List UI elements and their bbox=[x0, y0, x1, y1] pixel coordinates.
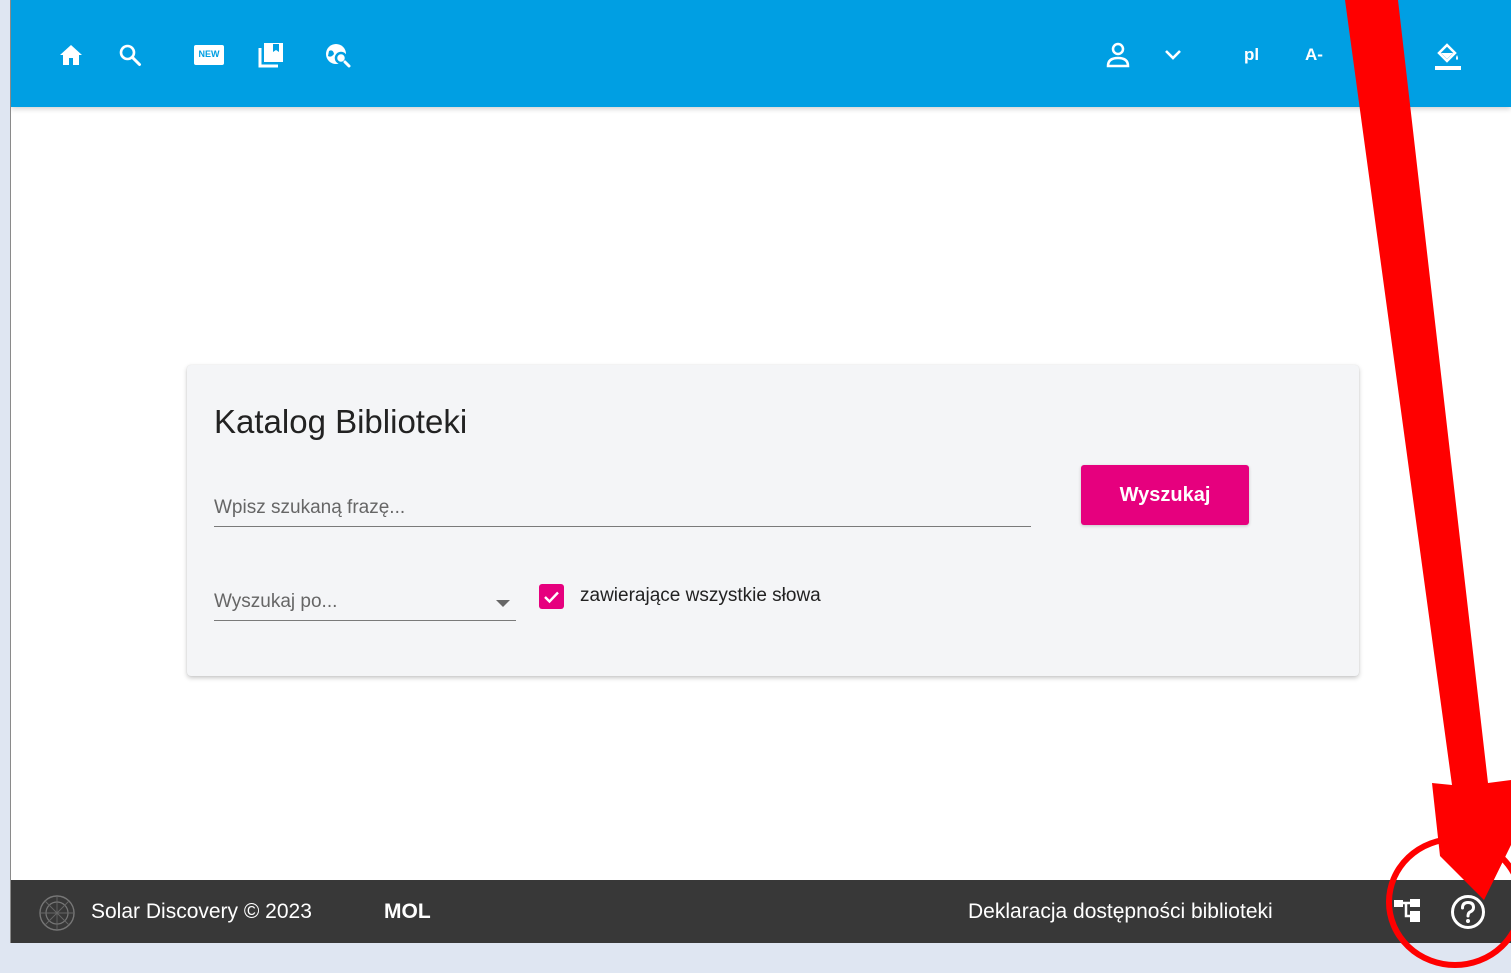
chevron-down-icon[interactable] bbox=[1159, 40, 1187, 70]
browser-viewport: NEW pl A- A+ Katalog Biblioteki Wpisz sz… bbox=[10, 0, 1511, 943]
collections-icon[interactable] bbox=[254, 40, 288, 70]
footer-brand: Solar Discovery © 2023 bbox=[91, 900, 312, 923]
user-icon[interactable] bbox=[1103, 40, 1133, 70]
all-words-checkbox[interactable] bbox=[539, 584, 564, 609]
footer-bar: Solar Discovery © 2023 MOL Deklaracja do… bbox=[11, 880, 1511, 943]
search-button[interactable]: Wyszukaj bbox=[1081, 465, 1249, 525]
all-words-checkbox-label: zawierające wszystkie słowa bbox=[580, 585, 821, 606]
home-icon[interactable] bbox=[56, 40, 86, 70]
search-input[interactable] bbox=[214, 489, 1031, 527]
font-increase-button[interactable]: A+ bbox=[1361, 42, 1388, 66]
catalog-search-card: Katalog Biblioteki Wyszukaj Wyszukaj po.… bbox=[187, 365, 1359, 676]
solar-logo-icon bbox=[38, 894, 76, 937]
top-navigation-bar: NEW pl A- A+ bbox=[11, 0, 1511, 107]
accessibility-declaration-link[interactable]: Deklaracja dostępności biblioteki bbox=[968, 900, 1273, 924]
font-decrease-button[interactable]: A- bbox=[1305, 45, 1323, 65]
new-icon[interactable]: NEW bbox=[192, 40, 226, 70]
sitemap-icon[interactable] bbox=[1394, 898, 1422, 929]
checkmark-icon bbox=[544, 591, 559, 603]
search-by-placeholder: Wyszukaj po... bbox=[214, 591, 338, 612]
language-selector[interactable]: pl bbox=[1244, 45, 1259, 65]
search-by-select[interactable]: Wyszukaj po... bbox=[214, 583, 516, 621]
new-badge-label: NEW bbox=[198, 49, 220, 59]
help-icon[interactable] bbox=[1450, 894, 1486, 935]
card-title: Katalog Biblioteki bbox=[214, 403, 468, 440]
search-icon[interactable] bbox=[115, 40, 145, 70]
footer-org-link[interactable]: MOL bbox=[384, 900, 431, 924]
dropdown-arrow-icon bbox=[496, 600, 510, 607]
global-search-icon[interactable] bbox=[321, 40, 355, 70]
paint-bucket-icon[interactable] bbox=[1431, 40, 1465, 70]
